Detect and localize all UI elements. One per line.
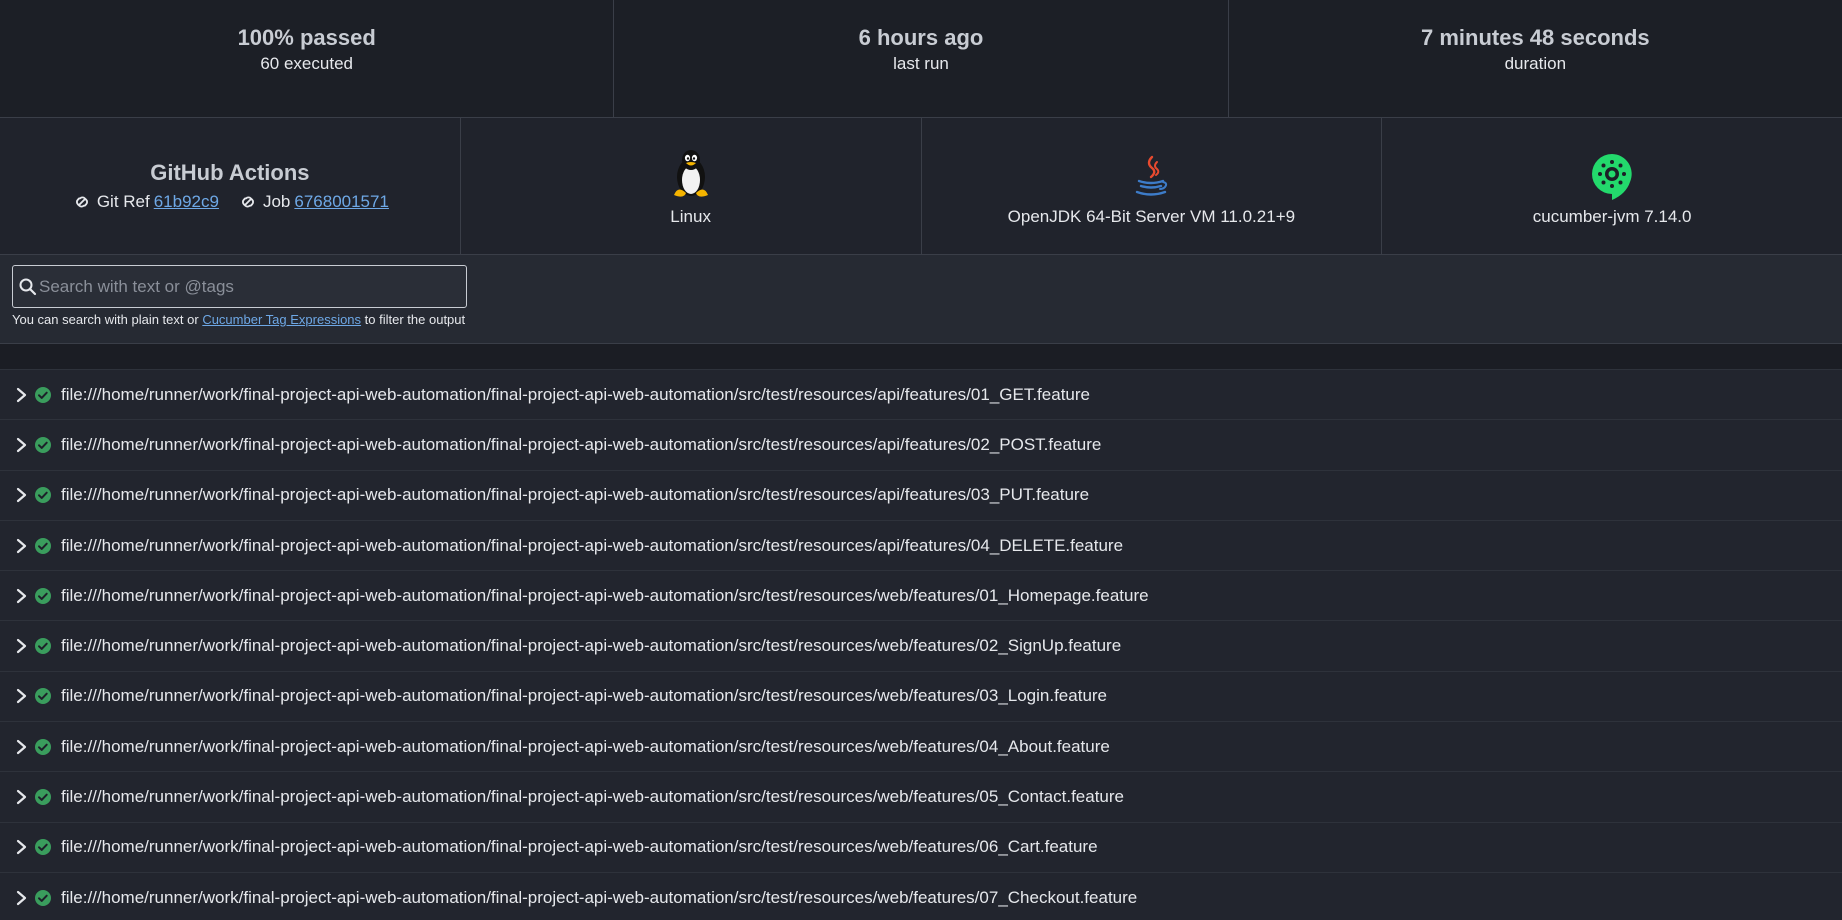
feature-row[interactable]: file:///home/runner/work/final-project-a…: [0, 571, 1842, 622]
passed-check-icon: [35, 688, 51, 705]
feature-row[interactable]: file:///home/runner/work/final-project-a…: [0, 823, 1842, 873]
feature-path: file:///home/runner/work/final-project-a…: [61, 887, 1138, 907]
search-hint-after: to filter the output: [364, 312, 466, 327]
feature-path: file:///home/runner/work/final-project-a…: [61, 837, 1098, 857]
chevron-right-icon[interactable]: [14, 890, 28, 906]
implementation-label: cucumber-jvm 7.14.0: [1532, 207, 1692, 226]
search-hint: You can search with plain text or Cucumb…: [12, 312, 1830, 327]
runtime-label: OpenJDK 64-Bit Server VM 11.0.21+9: [1007, 207, 1296, 226]
feature-path: file:///home/runner/work/final-project-a…: [61, 585, 1149, 605]
job-label: Job: [262, 192, 291, 211]
feature-path: file:///home/runner/work/final-project-a…: [61, 384, 1090, 404]
passed-check-icon: [35, 839, 51, 856]
stat-last-run-value: 6 hours ago: [858, 25, 984, 50]
feature-path: file:///home/runner/work/final-project-a…: [61, 636, 1122, 656]
stat-passed-value: 100% passed: [237, 25, 376, 50]
job: Job 6768001571: [237, 192, 389, 212]
feature-row[interactable]: file:///home/runner/work/final-project-a…: [0, 621, 1842, 672]
chevron-right-icon[interactable]: [14, 688, 28, 704]
feature-row[interactable]: file:///home/runner/work/final-project-a…: [0, 873, 1842, 920]
chevron-right-icon[interactable]: [14, 588, 28, 604]
feature-path: file:///home/runner/work/final-project-a…: [61, 535, 1124, 555]
passed-check-icon: [35, 386, 51, 403]
feature-path: file:///home/runner/work/final-project-a…: [61, 485, 1090, 505]
stat-last-run: 6 hours ago last run: [614, 0, 1229, 117]
link-icon: [75, 196, 88, 208]
passed-check-icon: [35, 889, 51, 906]
link-icon: [241, 196, 254, 208]
stat-duration-label: duration: [1504, 54, 1567, 73]
chevron-right-icon[interactable]: [14, 437, 28, 453]
environment-bar: GitHub Actions Git Ref 61b92c9 Job 67680: [0, 118, 1842, 255]
passed-check-icon: [35, 487, 51, 504]
feature-row[interactable]: file:///home/runner/work/final-project-a…: [0, 420, 1842, 471]
ci-name: GitHub Actions: [150, 160, 310, 185]
cucumber-icon: [1589, 145, 1635, 201]
tag-expressions-link[interactable]: Cucumber Tag Expressions: [202, 312, 361, 327]
feature-row[interactable]: file:///home/runner/work/final-project-a…: [0, 672, 1842, 723]
passed-check-icon: [35, 638, 51, 655]
feature-row[interactable]: file:///home/runner/work/final-project-a…: [0, 722, 1842, 773]
chevron-right-icon[interactable]: [14, 638, 28, 654]
feature-path: file:///home/runner/work/final-project-a…: [61, 736, 1110, 756]
chevron-right-icon[interactable]: [14, 538, 28, 554]
feature-row[interactable]: file:///home/runner/work/final-project-a…: [0, 471, 1842, 521]
env-implementation: cucumber-jvm 7.14.0: [1382, 118, 1842, 254]
passed-check-icon: [35, 587, 51, 604]
stat-last-run-label: last run: [893, 54, 949, 73]
os-label: Linux: [670, 207, 711, 226]
passed-check-icon: [35, 789, 51, 806]
feature-path: file:///home/runner/work/final-project-a…: [61, 434, 1102, 454]
feature-path: file:///home/runner/work/final-project-a…: [61, 686, 1108, 706]
env-runtime: OpenJDK 64-Bit Server VM 11.0.21+9: [922, 118, 1383, 254]
search-hint-before: You can search with plain text or: [12, 312, 199, 327]
chevron-right-icon[interactable]: [14, 839, 28, 855]
java-icon: [1131, 145, 1171, 201]
chevron-right-icon[interactable]: [14, 739, 28, 755]
search-icon: [19, 278, 37, 295]
job-link[interactable]: 6768001571: [294, 192, 389, 212]
feature-row[interactable]: file:///home/runner/work/final-project-a…: [0, 370, 1842, 421]
env-ci: GitHub Actions Git Ref 61b92c9 Job 67680: [0, 118, 461, 254]
git-ref-link[interactable]: 61b92c9: [154, 192, 219, 212]
passed-check-icon: [35, 537, 51, 554]
linux-tux-icon: [668, 145, 714, 201]
search-box[interactable]: [12, 265, 467, 308]
feature-row[interactable]: file:///home/runner/work/final-project-a…: [0, 521, 1842, 572]
stats-bar: 100% passed 60 executed 6 hours ago last…: [0, 0, 1842, 118]
feature-list: file:///home/runner/work/final-project-a…: [0, 370, 1842, 920]
feature-path: file:///home/runner/work/final-project-a…: [61, 787, 1125, 807]
env-os: Linux: [461, 118, 922, 254]
chevron-right-icon[interactable]: [14, 487, 28, 503]
passed-check-icon: [35, 738, 51, 755]
chevron-right-icon[interactable]: [14, 789, 28, 805]
stat-passed-label: 60 executed: [260, 54, 353, 73]
git-ref: Git Ref 61b92c9: [71, 192, 219, 212]
passed-check-icon: [35, 436, 51, 453]
stat-passed: 100% passed 60 executed: [0, 0, 615, 117]
search-area: You can search with plain text or Cucumb…: [0, 255, 1842, 344]
ci-links: Git Ref 61b92c9 Job 6768001571: [71, 192, 389, 212]
stat-duration: 7 minutes 48 seconds duration: [1229, 0, 1842, 117]
feature-row[interactable]: file:///home/runner/work/final-project-a…: [0, 772, 1842, 823]
divider-bar: [0, 344, 1842, 370]
search-input[interactable]: [39, 276, 466, 297]
stat-duration-value: 7 minutes 48 seconds: [1420, 25, 1650, 50]
git-ref-label: Git Ref: [96, 192, 150, 211]
chevron-right-icon[interactable]: [14, 387, 28, 403]
